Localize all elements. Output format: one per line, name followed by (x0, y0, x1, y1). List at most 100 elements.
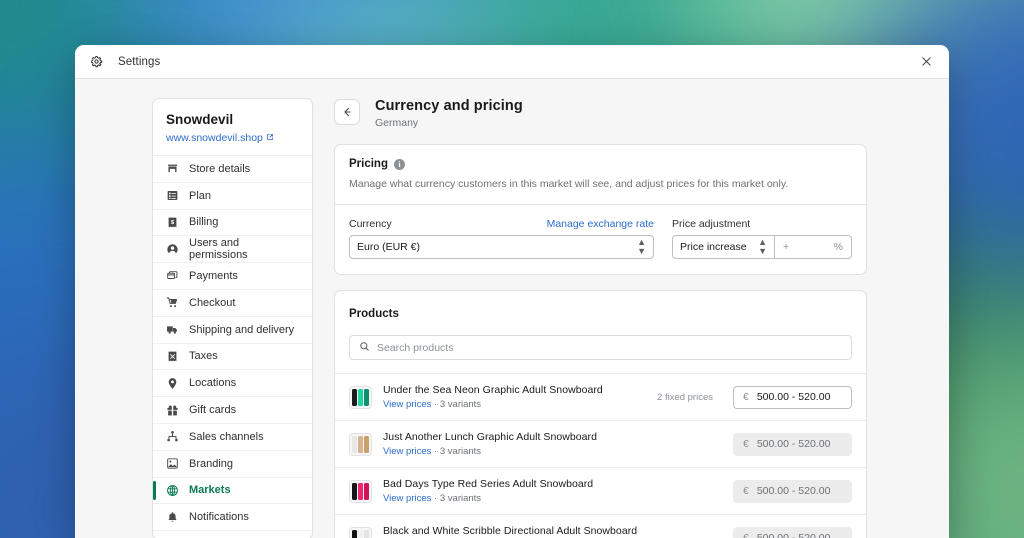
price-adjustment-select[interactable]: Price increase ▲▼ (672, 235, 775, 259)
price-input[interactable]: € 500.00 - 520.00 (733, 386, 852, 409)
adjustment-sign-prefix: + (783, 241, 789, 253)
tax-icon (165, 349, 179, 363)
price-value: 500.00 - 520.00 (757, 485, 831, 497)
list-icon (165, 189, 179, 203)
products-search-wrap (335, 335, 866, 373)
table-row[interactable]: Under the Sea Neon Graphic Adult Snowboa… (335, 373, 866, 420)
price-adjustment-percent-input[interactable]: + % (775, 235, 852, 259)
sidebar-item-users-and-permissions[interactable]: Users and permissions (153, 236, 312, 263)
sidebar-item-label: Payments (189, 270, 238, 282)
sidebar-item-label: Sales channels (189, 431, 264, 443)
price-adjustment-group: Price adjustment Price increase ▲▼ + % (672, 218, 852, 259)
product-thumbnail (349, 386, 372, 409)
price-value: 500.00 - 520.00 (757, 532, 831, 538)
sidebar-item-label: Store details (189, 163, 250, 175)
table-row[interactable]: Bad Days Type Red Series Adult Snowboard… (335, 467, 866, 514)
info-icon[interactable]: i (394, 159, 405, 170)
sidebar-item-checkout[interactable]: Checkout (153, 290, 312, 317)
currency-symbol: € (743, 391, 749, 403)
sidebar-item-taxes[interactable]: Taxes (153, 344, 312, 371)
sidebar-item-sales-channels[interactable]: Sales channels (153, 424, 312, 451)
sidebar-item-label: Shipping and delivery (189, 324, 294, 336)
currency-select[interactable]: Euro (EUR €) ▲▼ (349, 235, 654, 259)
bell-icon (165, 510, 179, 524)
product-info: Under the Sea Neon Graphic Adult Snowboa… (383, 384, 646, 410)
product-thumbnail (349, 480, 372, 503)
price-adjustment-controls: Price increase ▲▼ + % (672, 235, 852, 259)
meta-separator: · (434, 399, 437, 410)
close-icon[interactable] (915, 51, 937, 73)
price-input[interactable]: € 500.00 - 520.00 (733, 527, 852, 538)
price-adjustment-value: Price increase (680, 241, 758, 253)
currency-symbol: € (743, 485, 749, 497)
store-header: Snowdevil www.snowdevil.shop (153, 99, 312, 156)
pricing-description: Manage what currency customers in this m… (349, 177, 852, 191)
currency-symbol: € (743, 438, 749, 450)
pin-icon (165, 376, 179, 390)
sidebar-item-branding[interactable]: Branding (153, 451, 312, 478)
search-products-box[interactable] (349, 335, 852, 360)
arrow-left-icon[interactable] (334, 99, 360, 125)
sidebar-item-label: Taxes (189, 350, 218, 362)
fixed-prices-label: 2 fixed prices (657, 392, 713, 403)
search-icon (359, 339, 370, 357)
view-prices-link[interactable]: View prices (383, 493, 431, 504)
receipt-icon: $ (165, 215, 179, 229)
price-adjustment-label: Price adjustment (672, 218, 750, 230)
external-link-icon (266, 132, 274, 144)
chevron-updown-icon: ▲▼ (637, 238, 646, 256)
view-prices-link[interactable]: View prices (383, 399, 431, 410)
view-prices-link[interactable]: View prices (383, 446, 431, 457)
store-url-link[interactable]: www.snowdevil.shop (166, 132, 299, 144)
sidebar-item-notifications[interactable]: Notifications (153, 504, 312, 531)
window-title: Settings (118, 56, 160, 68)
variant-count: 3 variants (440, 446, 481, 457)
product-meta: View prices · 3 variants (383, 446, 702, 457)
pricing-fields: Currency Manage exchange rate Euro (EUR … (335, 205, 866, 274)
product-info: Bad Days Type Red Series Adult Snowboard… (383, 478, 702, 504)
table-row[interactable]: Black and White Scribble Directional Adu… (335, 514, 866, 538)
sidebar-item-markets[interactable]: Markets (153, 478, 312, 505)
sidebar-item-gift-cards[interactable]: Gift cards (153, 397, 312, 424)
variant-count: 3 variants (440, 399, 481, 410)
globe-icon (165, 483, 179, 497)
page-header: Currency and pricing Germany (334, 98, 867, 129)
product-thumbnail (349, 433, 372, 456)
window-body: Snowdevil www.snowdevil.shop (75, 79, 949, 538)
products-section-title: Products (349, 308, 399, 320)
product-meta: View prices · 3 variants (383, 399, 646, 410)
product-meta: View prices · 3 variants (383, 493, 702, 504)
price-input[interactable]: € 500.00 - 520.00 (733, 480, 852, 503)
settings-window: Settings Snowdevil www.snowdevil.shop (75, 45, 949, 538)
sidebar-item-partial[interactable] (153, 531, 312, 538)
adjustment-label-row: Price adjustment (672, 218, 852, 230)
gift-icon (165, 403, 179, 417)
truck-icon (165, 323, 179, 337)
table-row[interactable]: Just Another Lunch Graphic Adult Snowboa… (335, 420, 866, 467)
store-icon (165, 162, 179, 176)
channels-icon (165, 430, 179, 444)
gear-icon (89, 54, 104, 69)
window-titlebar: Settings (75, 45, 949, 79)
sidebar-item-label: Users and permissions (189, 237, 300, 261)
manage-exchange-rate-link[interactable]: Manage exchange rate (547, 218, 654, 230)
meta-separator: · (434, 493, 437, 504)
sidebar-item-locations[interactable]: Locations (153, 370, 312, 397)
sidebar-item-store-details[interactable]: Store details (153, 156, 312, 183)
page-title: Currency and pricing (375, 98, 523, 114)
sidebar-item-plan[interactable]: Plan (153, 183, 312, 210)
sidebar-item-payments[interactable]: Payments (153, 263, 312, 290)
sidebar-item-shipping-and-delivery[interactable]: Shipping and delivery (153, 317, 312, 344)
price-input[interactable]: € 500.00 - 520.00 (733, 433, 852, 456)
product-info: Just Another Lunch Graphic Adult Snowboa… (383, 431, 702, 457)
settings-main-panel: Currency and pricing Germany Pricing i M… (334, 98, 867, 538)
chevron-updown-icon: ▲▼ (758, 238, 767, 256)
price-value: 500.00 - 520.00 (757, 438, 831, 450)
sidebar-item-label: Markets (189, 484, 231, 496)
sidebar-item-billing[interactable]: $ Billing (153, 210, 312, 237)
search-input[interactable] (377, 342, 842, 354)
product-name: Just Another Lunch Graphic Adult Snowboa… (383, 431, 702, 443)
products-card: Products (334, 290, 867, 538)
sidebar-item-label: Notifications (189, 511, 249, 523)
sidebar-item-label: Gift cards (189, 404, 236, 416)
